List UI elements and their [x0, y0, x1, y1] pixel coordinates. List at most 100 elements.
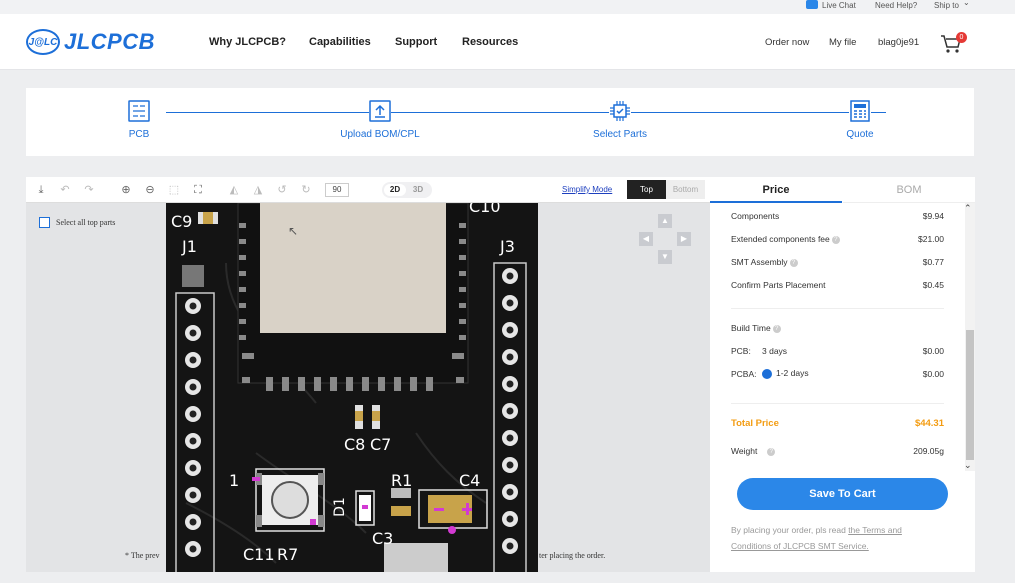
user-account-link[interactable]: blag0je91	[878, 37, 919, 48]
help-icon[interactable]: ?	[789, 258, 798, 267]
smt-assembly-value: $0.77	[922, 257, 944, 267]
scroll-up-icon[interactable]: ⌃	[964, 203, 972, 214]
terms-notice: By placing your order, pls read the Term…	[731, 522, 941, 554]
pcb-label-j3: J3	[500, 237, 515, 256]
help-icon[interactable]: ?	[772, 324, 781, 333]
confirm-placement-label: Confirm Parts Placement	[731, 280, 826, 290]
step-label: Quote	[846, 129, 874, 140]
zoom-out-icon[interactable]: ⊖	[143, 183, 157, 197]
save-to-cart-button[interactable]: Save To Cart	[737, 478, 948, 510]
pcb-build-label: PCB:	[731, 346, 751, 356]
flip-vertical-icon[interactable]: ◮	[251, 183, 265, 197]
pan-right-icon[interactable]: ▶	[677, 232, 691, 246]
pcba-build-days: 1-2 days	[776, 368, 809, 378]
calculator-icon	[849, 100, 871, 122]
fit-view-icon[interactable]: ⛶	[191, 183, 205, 197]
nav-capabilities[interactable]: Capabilities	[309, 36, 371, 48]
help-icon[interactable]: ?	[767, 447, 776, 456]
view-3d-button[interactable]: 3D	[407, 184, 429, 196]
divider	[731, 308, 944, 309]
pcb-icon	[128, 100, 150, 122]
nav-support[interactable]: Support	[395, 36, 437, 48]
pcba-build-option[interactable]: 1-2 days	[762, 368, 809, 379]
help-icon[interactable]: ?	[831, 235, 840, 244]
smt-assembly-label: SMT Assembly	[731, 257, 788, 267]
pcba-build-value: $0.00	[922, 369, 944, 379]
pcb-viewer[interactable]: ⤓ ↶ ↷ ⊕ ⊖ ⬚ ⛶ ◭ ◮ ↺ ↻ 90 2D 3D Simplify …	[26, 177, 710, 572]
rotate-right-icon[interactable]: ↻	[299, 183, 313, 197]
need-help-link[interactable]: Need Help?	[875, 1, 917, 10]
step-quote[interactable]: Quote	[795, 100, 925, 140]
top-side-button[interactable]: Top	[627, 180, 666, 199]
radio-selected-icon[interactable]	[762, 368, 772, 379]
confirm-placement-row: Confirm Parts Placement $0.45	[731, 280, 944, 290]
step-label: Select Parts	[593, 129, 647, 140]
terms-prefix: By placing your order, pls read	[731, 525, 846, 535]
chevron-down-icon[interactable]: ⌄	[963, 0, 970, 7]
rotate-left-icon[interactable]: ↺	[275, 183, 289, 197]
pan-up-icon[interactable]: ▲	[658, 214, 672, 228]
pcb-build-days: 3 days	[762, 346, 788, 356]
extended-fee-label: Extended components fee	[731, 234, 830, 244]
view-2d-button[interactable]: 2D	[384, 184, 406, 196]
flip-horizontal-icon[interactable]: ◭	[227, 183, 241, 197]
zoom-in-icon[interactable]: ⊕	[119, 183, 133, 197]
total-price-value: $44.31	[914, 418, 944, 429]
total-price-row: Total Price $44.31	[731, 418, 944, 429]
pcb-label-c4: C4	[459, 471, 481, 490]
pcba-build-row: PCBA: 1-2 days $0.00	[731, 368, 944, 379]
ship-to-selector[interactable]: Ship to	[934, 1, 959, 10]
pcb-label-r7: R7	[277, 545, 299, 564]
utility-bar: Live Chat Need Help? Ship to ⌄	[0, 0, 1015, 14]
tab-price[interactable]: Price	[710, 177, 842, 203]
pcb-board[interactable]: C9 J1 C10 J3 C8 C7 R1 C4 1 D1 C3 C11 R7	[166, 203, 538, 572]
build-time-row: Build Time?	[731, 323, 944, 333]
pcb-label-j1: J1	[182, 237, 197, 256]
nav-resources[interactable]: Resources	[462, 36, 518, 48]
components-label: Components	[731, 211, 780, 221]
pan-down-icon[interactable]: ▼	[658, 250, 672, 264]
simplify-mode-link[interactable]: Simplify Mode	[562, 185, 612, 194]
nav-why-jlcpcb[interactable]: Why JLCPCB?	[209, 36, 286, 48]
jlcpcb-logo[interactable]: J@LC JLCPCB	[26, 28, 155, 56]
cart-count-badge: 0	[956, 32, 967, 43]
bottom-side-button[interactable]: Bottom	[666, 180, 705, 199]
pcb-build-value: $0.00	[922, 346, 944, 356]
step-pcb[interactable]: PCB	[74, 100, 204, 140]
logo-name: JLCPCB	[64, 29, 156, 54]
pcb-artwork	[175, 203, 527, 572]
preview-note-left: * The prev	[125, 551, 160, 560]
pan-left-icon[interactable]: ◀	[639, 232, 653, 246]
weight-label: Weight	[731, 446, 758, 456]
undo-icon[interactable]: ↶	[58, 183, 72, 197]
pcb-label-r1: R1	[391, 471, 413, 490]
live-chat-link[interactable]: Live Chat	[822, 1, 856, 10]
step-label: Upload BOM/CPL	[340, 129, 420, 140]
pcb-label-1: 1	[229, 471, 240, 490]
scroll-down-icon[interactable]: ⌄	[964, 460, 972, 471]
select-all-checkbox[interactable]	[39, 217, 50, 228]
weight-value: 209.05g	[913, 446, 944, 456]
step-upload-bom-cpl[interactable]: Upload BOM/CPL	[315, 100, 445, 140]
weight-row: Weight? 209.05g	[731, 446, 944, 456]
steps-connector	[166, 112, 886, 113]
step-select-parts[interactable]: Select Parts	[555, 100, 685, 140]
order-now-link[interactable]: Order now	[765, 37, 809, 48]
select-all-label: Select all top parts	[56, 218, 116, 227]
pcb-label-c10: C10	[469, 203, 501, 216]
redo-icon[interactable]: ↷	[82, 183, 96, 197]
site-header: J@LC JLCPCB Why JLCPCB? Capabilities Sup…	[0, 14, 1015, 70]
my-file-link[interactable]: My file	[829, 37, 856, 48]
download-icon[interactable]: ⤓	[34, 183, 48, 197]
pcb-label-c8: C8	[344, 435, 366, 454]
chip-icon	[609, 100, 631, 122]
preview-note-right: ter placing the order.	[539, 551, 606, 560]
chat-icon[interactable]	[806, 0, 818, 9]
extended-fee-value: $21.00	[918, 234, 944, 244]
select-area-icon[interactable]: ⬚	[167, 183, 181, 197]
mouse-cursor-icon: ↖	[288, 224, 299, 238]
panel-scrollbar-thumb[interactable]	[966, 330, 974, 460]
pcb-build-row: PCB: 3 days $0.00	[731, 346, 944, 356]
tab-bom[interactable]: BOM	[843, 177, 975, 203]
rotation-angle-input[interactable]: 90	[325, 183, 349, 197]
